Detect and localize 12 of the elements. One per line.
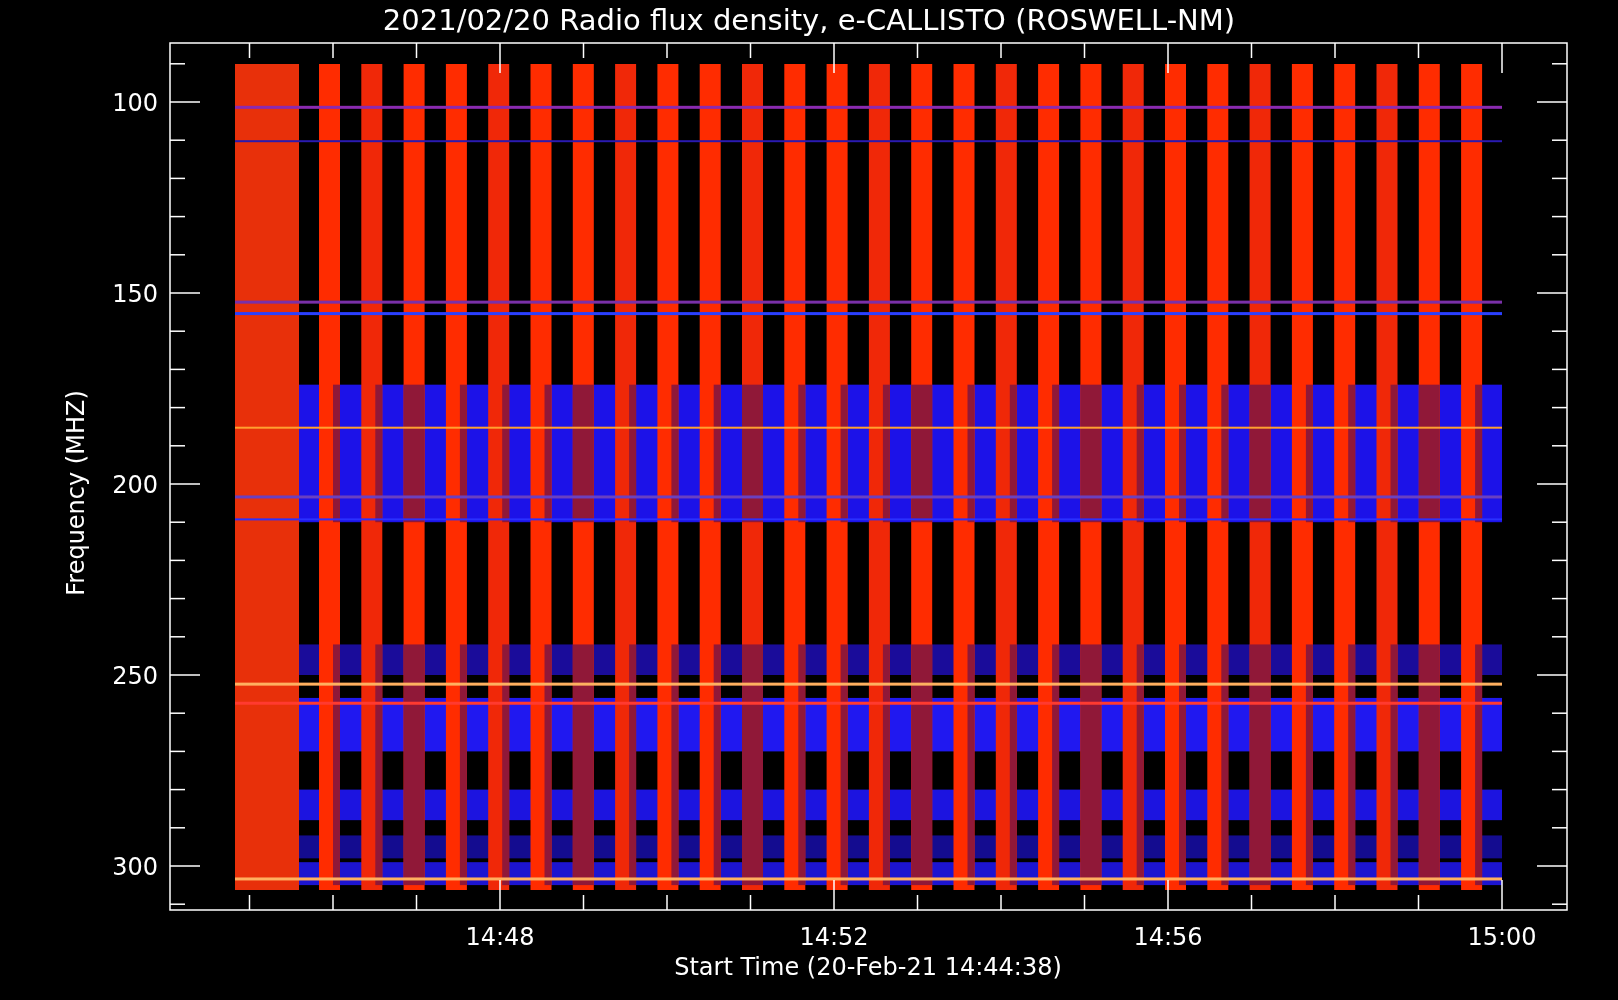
x-tick-label: 15:00 (1467, 923, 1537, 951)
y-tick-label: 100 (112, 89, 158, 117)
x-tick-label: 14:56 (1133, 923, 1203, 951)
y-tick-label: 250 (112, 662, 158, 690)
y-tick-label: 200 (112, 471, 158, 499)
chart-title: 2021/02/20 Radio flux density, e-CALLISTO (ROSWELL-NM) (382, 3, 1236, 37)
y-tick-label: 300 (112, 853, 158, 881)
y-axis-label: Frequency (MHZ) (62, 390, 90, 596)
x-tick-label: 14:48 (465, 923, 535, 951)
y-tick-label: 150 (112, 280, 158, 308)
x-axis-label: Start Time (20-Feb-21 14:44:38) (674, 953, 1062, 981)
x-tick-label: 14:52 (799, 923, 869, 951)
